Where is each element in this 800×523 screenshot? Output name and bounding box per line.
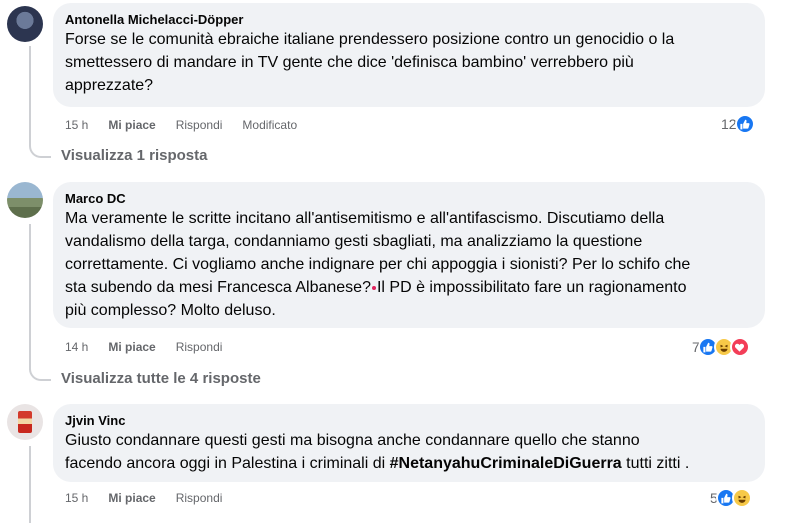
comment-timestamp[interactable]: 14 h: [65, 339, 88, 355]
comment-timestamp[interactable]: 15 h: [65, 117, 88, 133]
comment-actions: 15 h Mi piace Rispondi Modificato: [65, 117, 317, 133]
like-icon: [734, 114, 755, 134]
comment-text: Forse se le comunità ebraiche italiane p…: [65, 31, 675, 94]
comment-author[interactable]: Marco DC: [65, 190, 753, 207]
dot-icon: [371, 285, 376, 290]
thread-curve: [29, 367, 51, 381]
comment-bubble: Marco DC Ma veramente le scritte incitan…: [53, 182, 765, 328]
reply-button[interactable]: Rispondi: [176, 339, 223, 355]
like-button[interactable]: Mi piace: [108, 490, 155, 506]
reaction-summary[interactable]: 12: [721, 114, 755, 134]
edited-label[interactable]: Modificato: [242, 117, 297, 133]
comment-actions: 15 h Mi piace Rispondi: [65, 490, 242, 506]
comment-actions: 14 h Mi piace Rispondi: [65, 339, 242, 355]
comment-text: Ma veramente le scritte incitano all'ant…: [65, 207, 753, 322]
comment-timestamp[interactable]: 15 h: [65, 490, 88, 506]
like-button[interactable]: Mi piace: [108, 339, 155, 355]
haha-icon: [731, 488, 752, 508]
hashtag-link[interactable]: #NetanyahuCriminaleDiGuerra: [390, 455, 622, 472]
thread-curve: [29, 144, 51, 158]
comment-author[interactable]: Antonella Michelacci-Döpper: [65, 11, 753, 28]
reaction-summary[interactable]: 5: [710, 488, 752, 508]
reply-button[interactable]: Rispondi: [176, 490, 223, 506]
reaction-summary[interactable]: 7: [692, 337, 750, 357]
comment-bubble: Jjvin Vinc Giusto condannare questi gest…: [53, 404, 765, 482]
avatar[interactable]: [7, 6, 43, 42]
comment-author[interactable]: Jjvin Vinc: [65, 412, 753, 429]
thread-line: [29, 46, 31, 146]
comment-bubble: Antonella Michelacci-Döpper Forse se le …: [53, 3, 765, 107]
reply-button[interactable]: Rispondi: [176, 117, 223, 133]
avatar[interactable]: [7, 182, 43, 218]
view-replies-link[interactable]: Visualizza 1 risposta: [61, 147, 207, 164]
avatar[interactable]: [7, 404, 43, 440]
comment-text: Giusto condannare questi gesti ma bisogn…: [65, 429, 753, 475]
like-button[interactable]: Mi piace: [108, 117, 155, 133]
view-replies-link[interactable]: Visualizza tutte le 4 risposte: [61, 370, 261, 387]
thread-line: [29, 446, 31, 523]
comment-text-part: tutti zitti .: [621, 455, 690, 472]
love-icon: [729, 337, 750, 357]
thread-line: [29, 224, 31, 370]
avatar-image: [18, 411, 32, 433]
